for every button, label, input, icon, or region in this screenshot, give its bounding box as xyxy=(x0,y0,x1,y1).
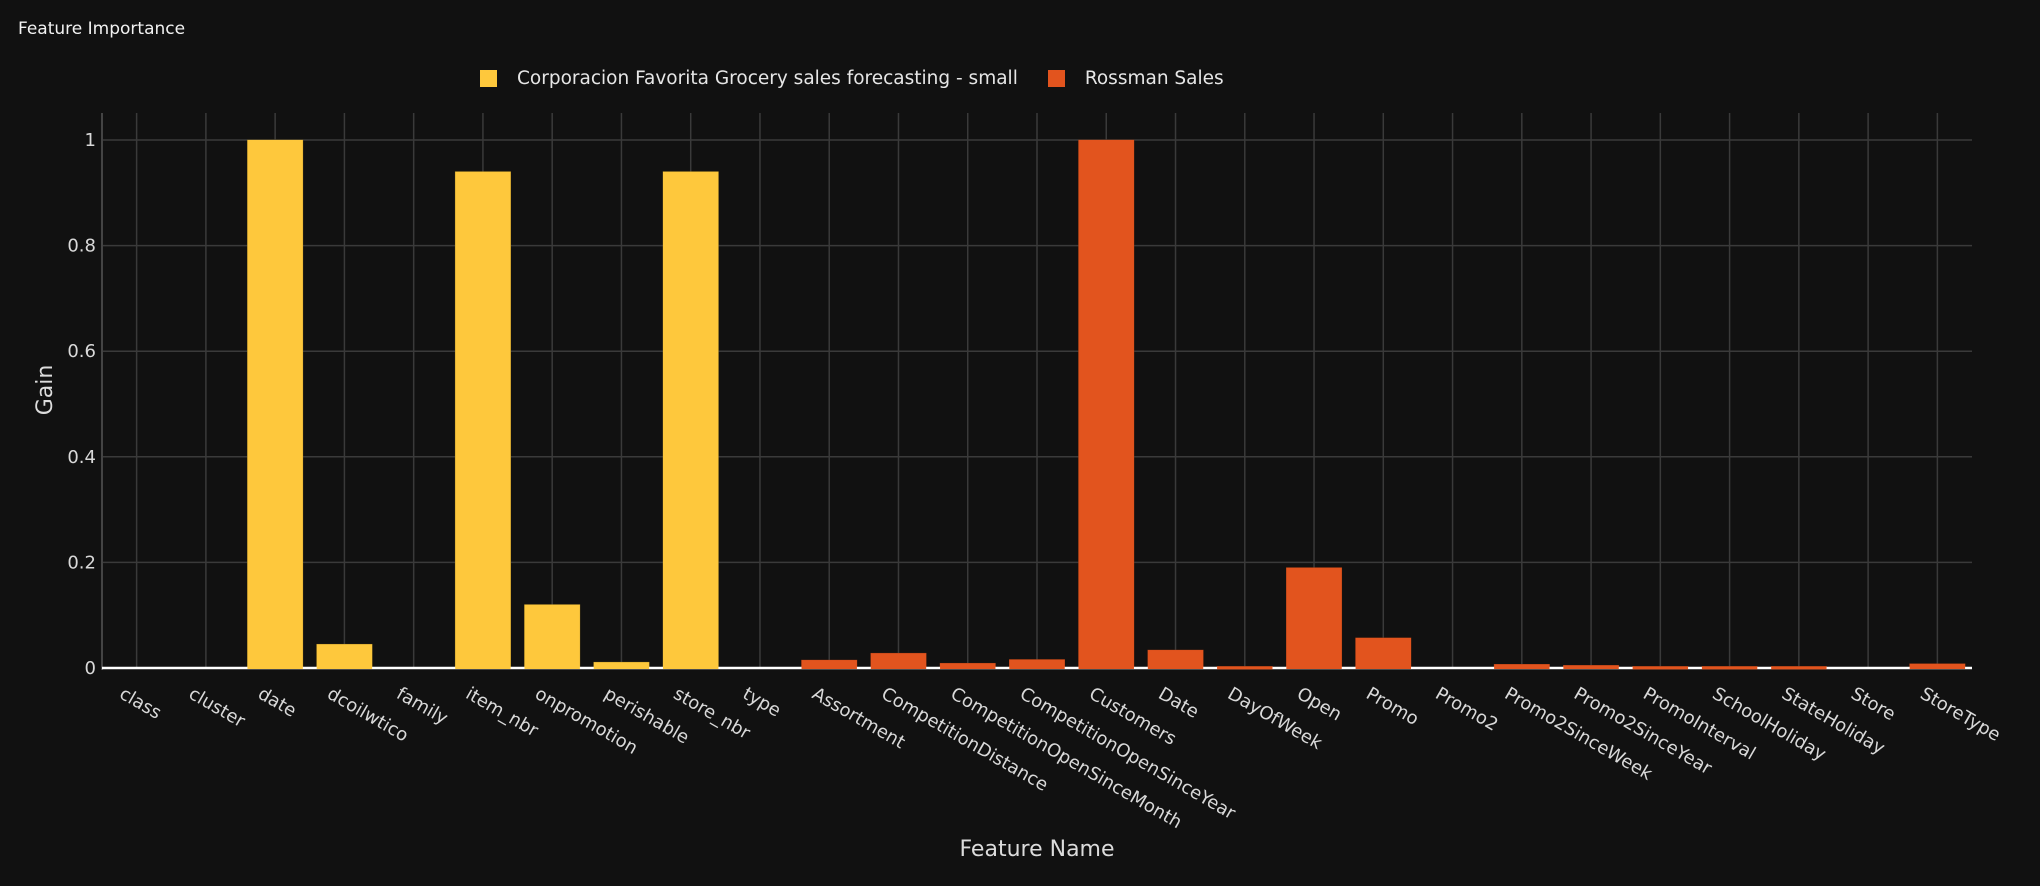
bar-fill-CompetitionDistance xyxy=(870,653,927,669)
y-tick-label: 0.6 xyxy=(67,341,96,362)
x-tick-label: Date xyxy=(1155,683,1203,723)
bar-fill-DayOfWeek xyxy=(1217,666,1273,670)
y-tick-label: 0.4 xyxy=(67,447,96,468)
x-tick-label: date xyxy=(254,683,300,721)
bar-fill-Open xyxy=(1286,567,1342,669)
x-tick-label: Store xyxy=(1847,683,1899,725)
bar-fill-Assortment xyxy=(801,660,857,669)
bar-fill-Promo2SinceWeek xyxy=(1494,664,1550,669)
bar-fill-date xyxy=(247,140,303,669)
x-tick-label: type xyxy=(739,683,784,721)
bar-fill-onpromotion xyxy=(524,604,580,669)
y-tick-label: 0 xyxy=(85,658,96,679)
y-tick-label: 0.2 xyxy=(67,552,96,573)
x-axis-title: Feature Name xyxy=(959,837,1114,862)
bar-fill-item_nbr xyxy=(455,171,511,669)
bar-fill-PromoInterval xyxy=(1632,666,1689,670)
y-tick-label: 0.8 xyxy=(67,236,96,257)
y-axis-title: Gain xyxy=(33,365,58,416)
bar-fill-Promo xyxy=(1355,637,1411,669)
bar-fill-Date xyxy=(1147,650,1204,669)
grid xyxy=(101,113,1972,670)
bar-fill-perishable xyxy=(593,662,650,669)
bar-fill-store_nbr xyxy=(663,171,719,669)
bar-fill-StateHoliday xyxy=(1771,666,1827,670)
bar-fill-CompetitionOpenSinceYear xyxy=(1009,659,1065,669)
bar-fill-dcoilwtico xyxy=(316,644,373,669)
x-tick-label: Promo xyxy=(1362,683,1422,730)
x-tick-label: StoreType xyxy=(1916,683,2004,746)
bar-fill-CompetitionOpenSinceMonth xyxy=(940,663,996,669)
y-tick-label: 1 xyxy=(85,130,96,151)
bar-fill-Customers xyxy=(1078,140,1134,669)
x-tick-label: Open xyxy=(1293,683,1345,725)
bar-fill-SchoolHoliday xyxy=(1701,666,1758,670)
x-tick-label: Promo2 xyxy=(1432,683,1502,735)
x-tick-label: class xyxy=(116,683,165,724)
x-tick-label: cluster xyxy=(185,683,249,732)
y-axis-ticks: 0 0.2 0.4 0.6 0.8 1 xyxy=(67,130,96,679)
bar-fill-Promo2SinceYear xyxy=(1563,665,1619,669)
bar-fill-StoreType xyxy=(1909,663,1966,669)
x-axis-ticks: class cluster date dcoilwticofamily item_nbr… xyxy=(116,683,2004,833)
x-tick-label: item_nbr xyxy=(462,683,542,741)
bar-chart: 00.20.40.60.81 class cluster date dcoilwtic… xyxy=(33,113,2004,862)
